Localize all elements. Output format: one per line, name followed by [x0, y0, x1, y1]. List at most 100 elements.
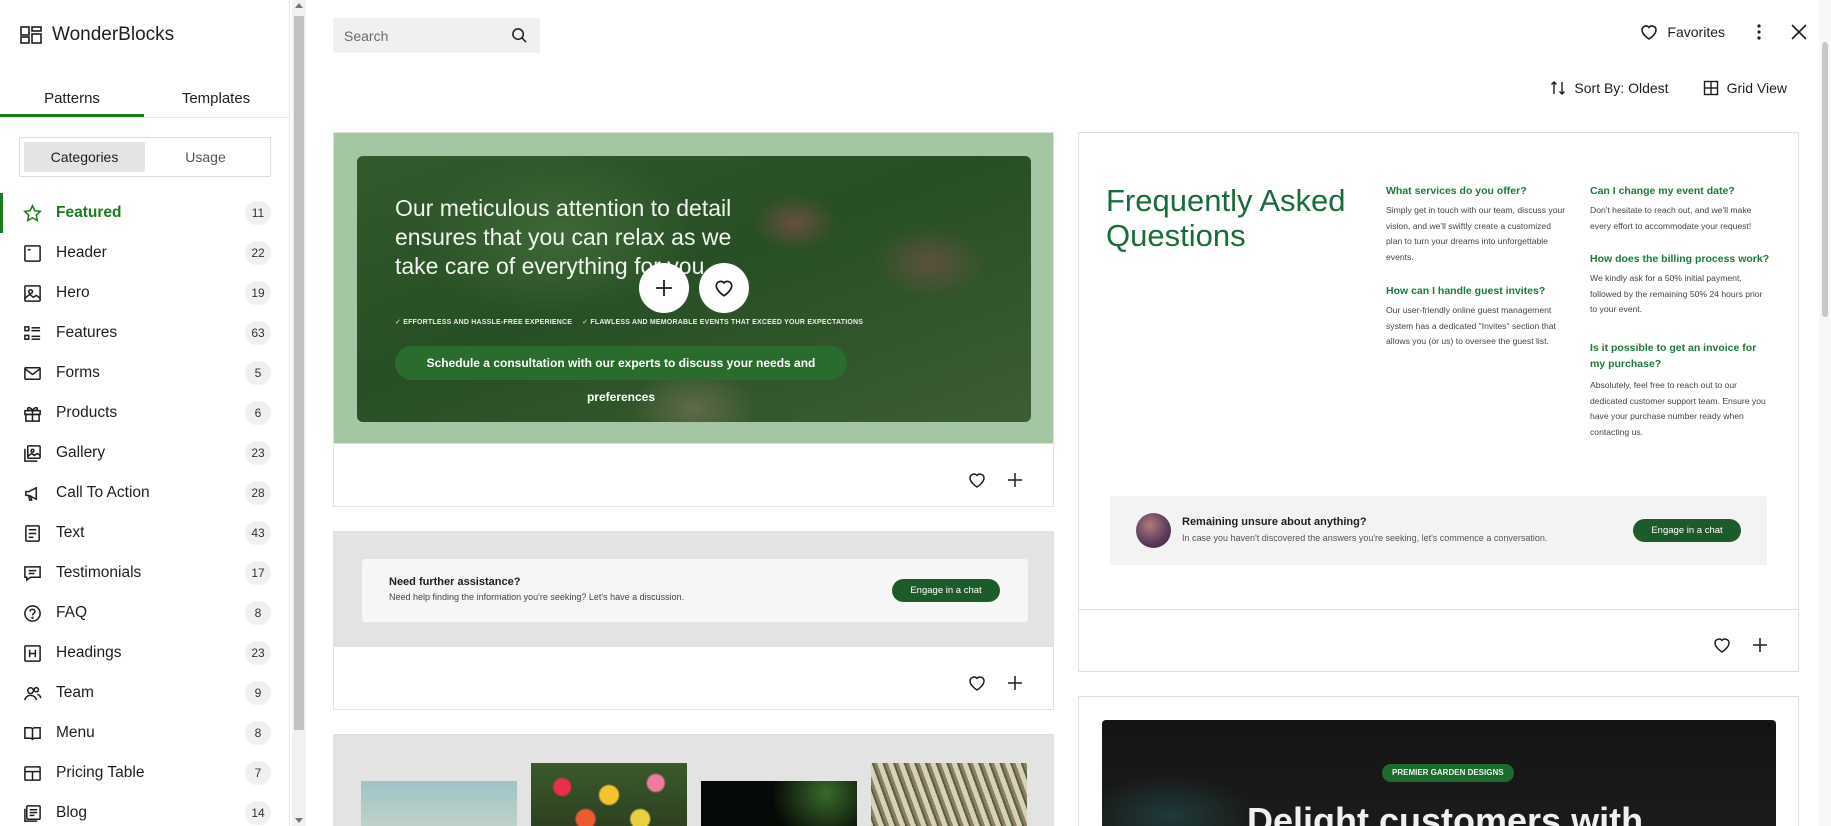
heart-icon[interactable] — [967, 673, 987, 693]
card-actions — [1712, 635, 1770, 655]
sort-button[interactable]: Sort By: Oldest — [1550, 80, 1669, 96]
pattern-card-hero[interactable]: Our meticulous attention to detail ensur… — [333, 132, 1054, 507]
category-menu[interactable]: Menu 8 — [0, 713, 290, 753]
category-count: 7 — [245, 761, 271, 785]
category-list: Featured 11 Header 22 Hero 19 Features 6… — [0, 193, 290, 826]
faq-banner-title: Remaining unsure about anything? — [1182, 516, 1367, 528]
category-gallery[interactable]: Gallery 23 — [0, 433, 290, 473]
tab-patterns[interactable]: Patterns — [0, 78, 144, 117]
category-count: 23 — [245, 641, 271, 665]
card-footer — [334, 443, 1053, 506]
filter-categories[interactable]: Categories — [24, 142, 145, 172]
hero-check-2: ✓ FLAWLESS AND MEMORABLE EVENTS THAT EXC… — [582, 319, 864, 326]
category-team[interactable]: Team 9 — [0, 673, 290, 713]
pattern-card-faq[interactable]: Frequently Asked Questions What services… — [1078, 132, 1799, 672]
text-icon — [22, 523, 42, 543]
scrollbar-thumb[interactable] — [1822, 42, 1828, 317]
gift-icon — [22, 403, 42, 423]
scroll-up-arrow-icon[interactable] — [295, 3, 303, 8]
plus-icon — [656, 280, 672, 296]
faq-title: Frequently Asked Questions — [1106, 183, 1346, 253]
category-products[interactable]: Products 6 — [0, 393, 290, 433]
insert-pattern-button[interactable] — [639, 263, 689, 313]
faq-question: How can I handle guest invites? — [1386, 285, 1546, 297]
faq-answer: Our user-friendly online guest managemen… — [1386, 305, 1556, 346]
heart-icon — [715, 280, 733, 297]
wonderblocks-app: WonderBlocks Patterns Templates Categori… — [0, 0, 1831, 826]
view-label: Grid View — [1726, 80, 1787, 96]
gallery-icon — [22, 443, 42, 463]
search-box — [333, 18, 540, 53]
category-pricing-table[interactable]: Pricing Table 7 — [0, 753, 290, 793]
faq-banner-text: In case you haven't discovered the answe… — [1182, 533, 1548, 543]
category-count: 63 — [245, 321, 271, 345]
book-icon — [22, 723, 42, 743]
plus-icon[interactable] — [1005, 673, 1025, 693]
pattern-preview: Our meticulous attention to detail ensur… — [334, 133, 1053, 445]
sort-label: Sort By: Oldest — [1574, 80, 1669, 96]
faq-answer: We kindly ask for a 50% initial payment,… — [1590, 273, 1763, 314]
sidebar: WonderBlocks Patterns Templates Categori… — [0, 0, 290, 826]
hero-preview-image: Our meticulous attention to detail ensur… — [357, 156, 1031, 422]
favorite-pattern-button[interactable] — [699, 263, 749, 313]
category-call-to-action[interactable]: Call To Action 28 — [0, 473, 290, 513]
assistance-text: Need help finding the information you're… — [389, 592, 685, 602]
table-icon — [22, 763, 42, 783]
category-blog[interactable]: Blog 14 — [0, 793, 290, 826]
plus-icon[interactable] — [1005, 470, 1025, 490]
pattern-card-garden[interactable]: PREMIER GARDEN DESIGNS Delight customers… — [1078, 696, 1799, 826]
heart-icon[interactable] — [1712, 635, 1732, 655]
main-scrollbar[interactable] — [1819, 0, 1831, 826]
heading-icon — [22, 643, 42, 663]
category-hero[interactable]: Hero 19 — [0, 273, 290, 313]
card-footer — [334, 646, 1053, 709]
faq-question: What services do you offer? — [1386, 185, 1527, 197]
gallery-image-flowers — [531, 763, 687, 826]
category-count: 8 — [245, 601, 271, 625]
brand-name: WonderBlocks — [52, 24, 175, 45]
brand: WonderBlocks — [20, 24, 174, 46]
star-icon — [22, 203, 42, 223]
header-actions: Favorites — [1639, 22, 1809, 42]
filter-usage[interactable]: Usage — [145, 142, 266, 172]
pattern-card-gallery[interactable] — [333, 734, 1054, 826]
category-count: 11 — [245, 201, 271, 225]
category-count: 17 — [245, 561, 271, 585]
faq-question: Is it possible to get an invoice for my … — [1590, 342, 1757, 370]
category-features[interactable]: Features 63 — [0, 313, 290, 353]
category-headings[interactable]: Headings 23 — [0, 633, 290, 673]
filter-toggle: Categories Usage — [19, 137, 271, 177]
more-options-icon[interactable] — [1749, 22, 1769, 42]
scrollbar-thumb[interactable] — [294, 16, 304, 730]
search-icon[interactable] — [511, 27, 528, 44]
sidebar-scrollbar[interactable] — [292, 0, 306, 826]
category-header[interactable]: Header 22 — [0, 233, 290, 273]
hero-check-1: ✓ EFFORTLESS AND HASSLE-FREE EXPERIENCE — [395, 319, 573, 326]
assistance-chat-button: Engage in a chat — [892, 579, 1000, 602]
faq-answer: Don't hesitate to reach out, and we'll m… — [1590, 205, 1752, 231]
category-text[interactable]: Text 43 — [0, 513, 290, 553]
category-count: 8 — [245, 721, 271, 745]
avatar — [1136, 513, 1171, 548]
garden-pill-badge: PREMIER GARDEN DESIGNS — [1382, 764, 1514, 782]
view-mode-button[interactable]: Grid View — [1703, 80, 1787, 96]
assistance-title: Need further assistance? — [389, 576, 521, 588]
favorites-button[interactable]: Favorites — [1639, 22, 1725, 42]
card-footer — [1079, 609, 1798, 671]
heart-icon[interactable] — [967, 470, 987, 490]
faq-answer: Absolutely, feel free to reach out to ou… — [1590, 380, 1766, 437]
hero-title: Our meticulous attention to detail ensur… — [395, 195, 732, 279]
search-input[interactable] — [333, 18, 503, 53]
wonderblocks-logo-icon — [20, 26, 42, 44]
plus-icon[interactable] — [1750, 635, 1770, 655]
card-actions — [967, 673, 1025, 693]
tab-templates[interactable]: Templates — [144, 78, 288, 117]
header-icon — [22, 243, 42, 263]
pattern-card-assistance[interactable]: Need further assistance? Need help findi… — [333, 531, 1054, 710]
category-faq[interactable]: FAQ 8 — [0, 593, 290, 633]
category-featured[interactable]: Featured 11 — [0, 193, 290, 233]
scroll-down-arrow-icon[interactable] — [295, 818, 303, 823]
category-testimonials[interactable]: Testimonials 17 — [0, 553, 290, 593]
close-icon[interactable] — [1789, 22, 1809, 42]
category-forms[interactable]: Forms 5 — [0, 353, 290, 393]
